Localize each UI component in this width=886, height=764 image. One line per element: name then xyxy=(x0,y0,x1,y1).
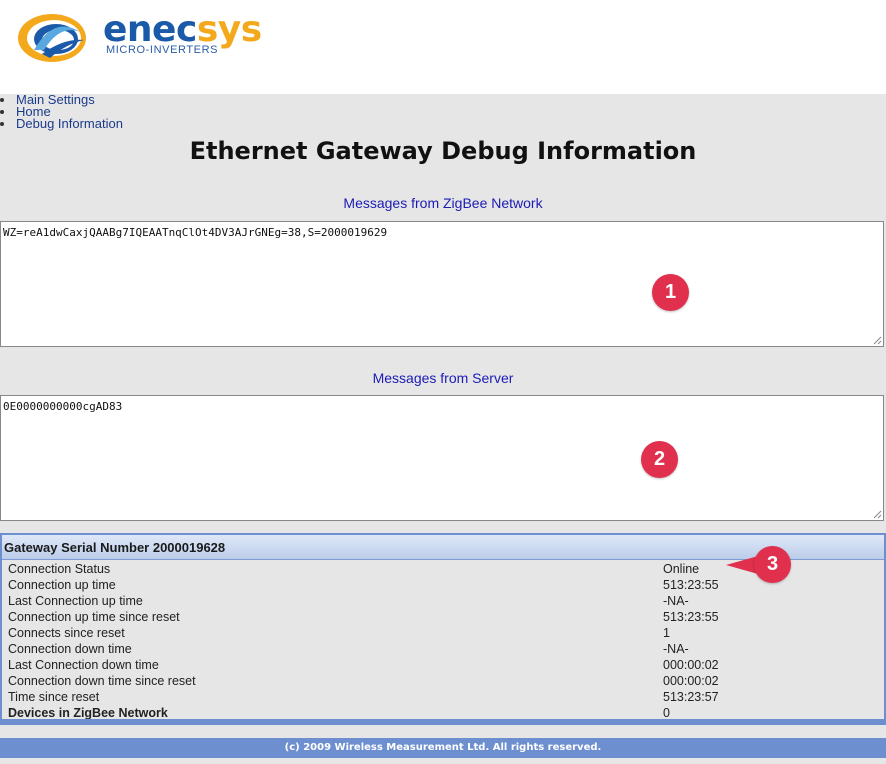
zigbee-message-text: WZ=reA1dwCaxjQAABg7IQEAATnqClOt4DV3AJrGN… xyxy=(3,226,388,239)
status-value: -NA- xyxy=(663,594,689,608)
zigbee-messages-label: Messages from ZigBee Network xyxy=(343,195,543,211)
annotation-badge-1: 1 xyxy=(652,274,689,311)
status-key: Connection Status xyxy=(8,562,111,576)
status-key: Connection down time xyxy=(8,642,132,656)
server-messages-label: Messages from Server xyxy=(372,370,514,386)
status-row: Connection down time since reset 000:00:0… xyxy=(2,673,884,689)
zigbee-messages-textarea[interactable]: WZ=reA1dwCaxjQAABg7IQEAATnqClOt4DV3AJrGN… xyxy=(0,221,884,347)
status-key: Last Connection down time xyxy=(8,658,159,672)
page-title: Ethernet Gateway Debug Information xyxy=(189,137,697,165)
status-value: 000:00:02 xyxy=(663,674,719,688)
nav-menu: Main Settings Home Debug Information xyxy=(0,93,123,131)
enecsys-logo-icon xyxy=(18,14,86,62)
resize-grip-icon[interactable] xyxy=(873,336,882,345)
status-row: Connection down time -NA- xyxy=(2,641,884,657)
status-value: 513:23:57 xyxy=(663,690,719,704)
status-key: Devices in ZigBee Network xyxy=(8,706,168,720)
status-value: Online xyxy=(663,562,700,576)
brand-tagline: MICRO-INVERTERS xyxy=(106,44,219,56)
status-row: Time since reset 513:23:57 xyxy=(2,689,884,705)
status-key: Connection up time xyxy=(8,578,116,592)
status-row: Connection up time since reset 513:23:55 xyxy=(2,609,884,625)
annotation-badge-2: 2 xyxy=(641,441,678,478)
resize-grip-icon[interactable] xyxy=(873,510,882,519)
status-key: Connects since reset xyxy=(8,626,125,640)
nav-item-debug-information: Debug Information xyxy=(0,116,123,131)
copyright-footer: (c) 2009 Wireless Measurement Ltd. All r… xyxy=(0,738,886,758)
gateway-serial-title: Gateway Serial Number 2000019628 xyxy=(4,540,226,555)
status-value: -NA- xyxy=(663,642,689,656)
status-key: Connection down time since reset xyxy=(8,674,196,688)
status-row: Connects since reset 1 xyxy=(2,625,884,641)
status-row: Connection up time 513:23:55 xyxy=(2,577,884,593)
status-row: Last Connection down time 000:00:02 xyxy=(2,657,884,673)
status-value: 513:23:55 xyxy=(663,578,719,592)
annotation-badge-3: 3 xyxy=(754,546,791,583)
panel-footer-bar xyxy=(2,719,884,723)
status-key: Last Connection up time xyxy=(8,594,143,608)
status-key: Time since reset xyxy=(8,690,100,704)
status-value: 513:23:55 xyxy=(663,610,719,624)
status-table: Connection Status Online Connection up ti… xyxy=(2,561,884,721)
status-value: 0 xyxy=(663,706,670,720)
status-key: Connection up time since reset xyxy=(8,610,180,624)
nav-link-debug-information[interactable]: Debug Information xyxy=(16,116,123,131)
header: enecsys MICRO-INVERTERS xyxy=(0,0,886,94)
server-message-text: 0E0000000000cgAD83 xyxy=(3,400,123,413)
status-value: 1 xyxy=(663,626,670,640)
server-messages-textarea[interactable]: 0E0000000000cgAD83 xyxy=(0,395,884,521)
status-row: Last Connection up time -NA- xyxy=(2,593,884,609)
status-value: 000:00:02 xyxy=(663,658,719,672)
